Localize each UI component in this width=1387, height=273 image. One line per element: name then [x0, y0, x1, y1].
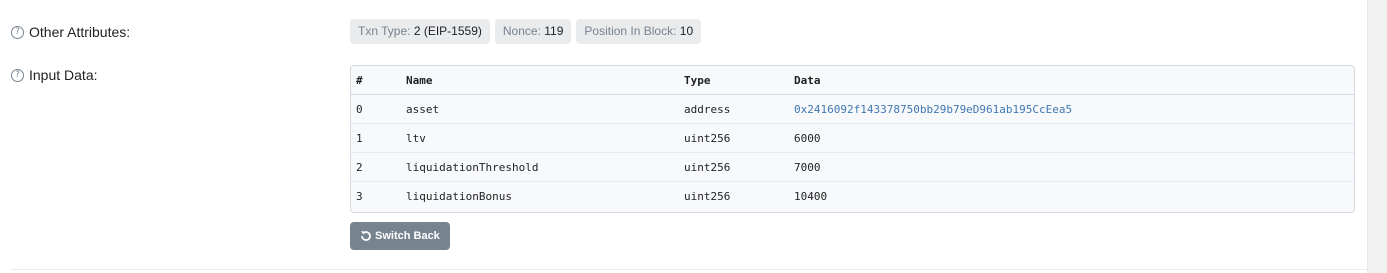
input-data-label: Input Data: [29, 67, 98, 83]
row-index: 2 [356, 160, 363, 174]
table-row: 3 liquidationBonus uint256 10400 [351, 182, 1354, 211]
row-index: 3 [356, 190, 363, 203]
table-row: 0 asset address 0x2416092f143378750bb29b… [351, 95, 1354, 124]
row-data: 6000 [794, 131, 821, 145]
attribute-badges: Txn Type: 2 (EIP-1559) Nonce: 119 Positi… [350, 19, 702, 44]
other-attributes-label-row: ? Other Attributes: [11, 24, 130, 40]
badge-key: Txn Type: [358, 24, 411, 38]
input-data-table: # Name Type Data 0 asset address 0x24160… [350, 65, 1355, 213]
header-type: Type [684, 73, 711, 87]
row-type: address [684, 102, 731, 116]
undo-icon [360, 230, 372, 242]
row-type: uint256 [684, 160, 731, 174]
header-index: # [356, 73, 363, 87]
header-data: Data [794, 73, 821, 87]
switch-back-button[interactable]: Switch Back [350, 222, 450, 250]
table-row: 2 liquidationThreshold uint256 7000 [351, 153, 1354, 182]
page-scrollbar[interactable] [1367, 0, 1387, 273]
input-data-label-row: ? Input Data: [11, 67, 98, 83]
badge-key: Position In Block: [584, 24, 677, 38]
row-name: liquidationThreshold [406, 160, 539, 174]
row-name: liquidationBonus [406, 190, 512, 203]
badge-value: 10 [679, 24, 694, 38]
other-attributes-label: Other Attributes: [29, 24, 131, 40]
row-name: asset [406, 102, 440, 116]
asset-address-link[interactable]: 0x2416092f143378750bb29b79eD961ab195CcEe… [794, 95, 1072, 123]
row-index: 0 [356, 102, 363, 116]
row-index: 1 [356, 131, 363, 145]
header-name: Name [406, 73, 433, 87]
table-row: 1 ltv uint256 6000 [351, 124, 1354, 153]
table-header-row: # Name Type Data [351, 66, 1354, 95]
row-data: 10400 [794, 190, 828, 203]
txn-type-badge: Txn Type: 2 (EIP-1559) [350, 19, 490, 44]
row-name: ltv [406, 131, 426, 145]
badge-key: Nonce: [502, 24, 541, 38]
nonce-badge: Nonce: 119 [494, 19, 572, 44]
row-type: uint256 [684, 190, 731, 203]
position-in-block-badge: Position In Block: 10 [576, 19, 702, 44]
row-data: 7000 [794, 160, 821, 174]
switch-back-label: Switch Back [375, 230, 440, 242]
badge-value: 2 (EIP-1559) [413, 24, 482, 38]
row-type: uint256 [684, 131, 731, 145]
section-divider [11, 269, 1367, 270]
transaction-details-section: ? Other Attributes: Txn Type: 2 (EIP-155… [0, 0, 1367, 273]
question-circle-icon[interactable]: ? [11, 68, 24, 82]
badge-value: 119 [544, 24, 564, 38]
question-circle-icon[interactable]: ? [11, 25, 24, 39]
